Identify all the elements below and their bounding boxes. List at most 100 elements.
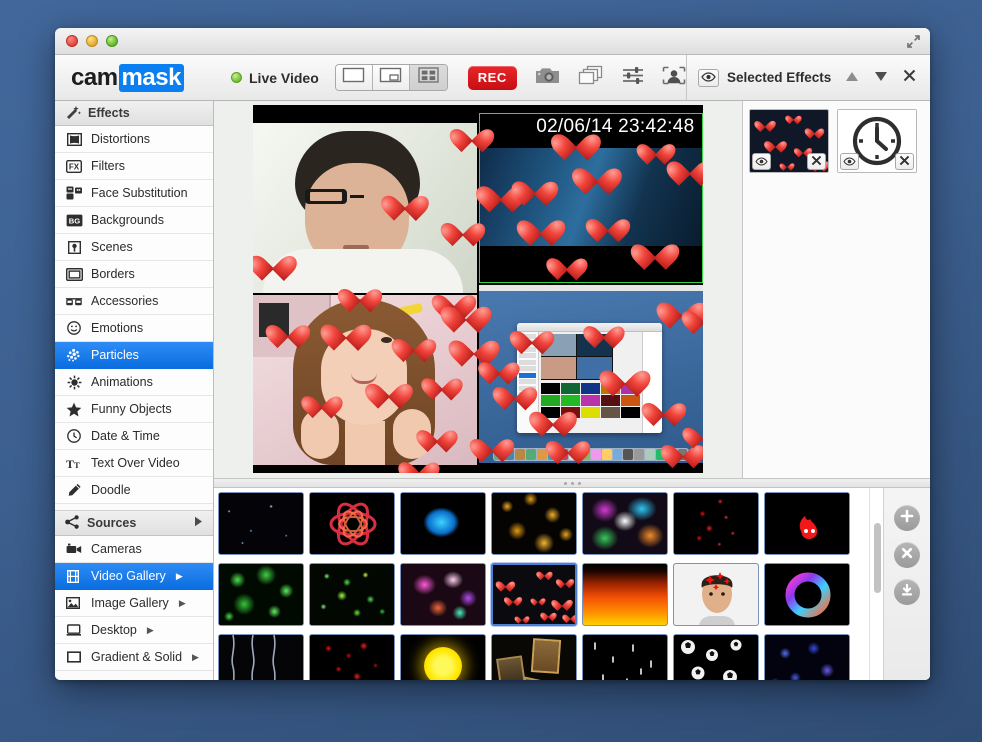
magic-wand-icon [65,105,81,122]
zoom-window-button[interactable] [106,35,118,47]
plus-icon [900,509,914,528]
sidebar-item-filters[interactable]: FX Filters [55,153,213,180]
snapshot-button[interactable] [534,65,561,91]
gallery-thumb-soccer-balls[interactable] [673,634,759,680]
video-canvas[interactable]: 02/06/14 23:42:48 [252,105,703,473]
preview-pane-webcam-girl[interactable] [252,295,477,465]
sidebar-item-video-gallery[interactable]: Video Gallery ▶ [55,563,213,590]
quad-grid-icon [418,67,439,88]
sidebar-item-gradient-solid[interactable]: Gradient & Solid ▶ [55,644,213,671]
sidebar-item-accessories[interactable]: Accessories [55,288,213,315]
effects-gallery[interactable] [214,488,869,680]
sidebar-item-text-over-video[interactable]: TT Text Over Video [55,450,213,477]
gallery-thumb-white-sparks[interactable] [582,634,668,680]
live-video-status: Live Video [231,70,319,86]
toggle-effect-visibility-button[interactable] [752,153,771,170]
gallery-thumb-blue-stars[interactable] [764,634,850,680]
layers-button[interactable] [578,65,604,91]
sources-section-label: Sources [87,516,137,530]
grid-layout-button[interactable] [409,65,447,90]
sidebar-item-label: Gradient & Solid [91,650,183,664]
remove-effect-button[interactable] [807,153,826,170]
layout-selector [334,64,448,91]
sidebar-item-distortions[interactable]: Distortions [55,126,213,153]
pin-icon [65,240,83,254]
gallery-thumb-green-confetti[interactable] [309,563,395,626]
gallery-thumb-red-petals[interactable] [309,634,395,680]
sidebar-item-particles[interactable]: Particles [55,342,213,369]
app-logo: cam mask [55,63,225,92]
sidebar-item-cameras[interactable]: Cameras [55,536,213,563]
preview-pane-video-clip[interactable]: 02/06/14 23:42:48 [478,113,703,283]
sidebar-item-scenes[interactable]: Scenes [55,234,213,261]
gallery-thumb-blue-smoke[interactable] [400,492,486,555]
sidebar-item-date-time[interactable]: Date & Time [55,423,213,450]
gallery-thumb-color-ring[interactable] [764,563,850,626]
minimize-window-button[interactable] [86,35,98,47]
adjustments-button[interactable] [621,65,645,91]
sidebar-item-desktop[interactable]: Desktop ▶ [55,617,213,644]
preview-pane-desktop[interactable] [478,285,703,463]
eye-icon [701,69,716,87]
move-effect-up-button[interactable] [845,69,859,87]
gallery-thumb-paintings[interactable] [491,634,577,680]
share-node-icon [65,514,80,532]
selected-effect-date-time[interactable] [837,109,917,173]
gallery-thumb-yellow-sun[interactable] [400,634,486,680]
gallery-thumb-red-flame-face[interactable] [764,492,850,555]
sidebar-item-funny-objects[interactable]: Funny Objects [55,396,213,423]
effects-section-header[interactable]: Effects [55,101,213,126]
glasses-icon [65,295,83,308]
selected-effect-hearts[interactable] [749,109,829,173]
sidebar-item-doodle[interactable]: Doodle [55,477,213,504]
gallery-thumb-red-atom-rings[interactable] [309,492,395,555]
pip-layout-button[interactable] [372,65,410,90]
window-titlebar [55,28,930,55]
gallery-thumb-gold-coins[interactable] [491,492,577,555]
sparkle-icon [65,375,83,390]
remove-effect-button[interactable] [895,153,914,170]
sources-section-header[interactable]: Sources [55,511,213,536]
download-effect-button[interactable] [894,579,920,605]
toggle-all-effects-button[interactable] [698,68,719,87]
sidebar-item-backgrounds[interactable]: BG Backgrounds [55,207,213,234]
add-effect-button[interactable] [894,505,920,531]
sidebar-item-borders[interactable]: Borders [55,261,213,288]
preview-pane-webcam-man[interactable] [252,123,477,293]
gallery-thumb-face-with-stars[interactable] [673,563,759,626]
single-pane-layout-button[interactable] [335,65,373,90]
sidebar-item-emotions[interactable]: Emotions [55,315,213,342]
gallery-thumb-rain-streaks[interactable] [218,634,304,680]
sidebar-item-label: Text Over Video [91,456,180,470]
panel-splitter[interactable] [214,478,930,488]
gallery-thumb-fire[interactable] [582,563,668,626]
svg-text:T: T [66,457,74,470]
toggle-effect-visibility-button[interactable] [840,153,859,170]
move-effect-down-button[interactable] [874,69,888,87]
face-detect-button[interactable] [662,65,686,91]
record-button[interactable]: REC [467,65,517,90]
video-preview-pane[interactable]: 02/06/14 23:42:48 [214,101,743,478]
sidebar-item-label: Date & Time [91,429,160,443]
grip-dot [563,481,567,485]
sidebar-item-animations[interactable]: Animations [55,369,213,396]
close-effects-panel-button[interactable] [903,69,916,87]
sidebar-item-image-gallery[interactable]: Image Gallery ▶ [55,590,213,617]
gallery-scrollbar-thumb[interactable] [874,523,881,593]
expand-arrows-icon[interactable] [905,33,922,50]
triangle-right-icon[interactable] [194,516,203,530]
grip-dot [577,481,581,485]
gallery-thumb-sparse-stars[interactable] [218,492,304,555]
gallery-scrollbar[interactable] [869,488,883,680]
close-window-button[interactable] [66,35,78,47]
square-icon [65,650,83,664]
sidebar-item-label: Cameras [91,542,142,556]
gallery-thumb-red-stars-falling[interactable] [673,492,759,555]
sidebar-item-label: Desktop [91,623,137,637]
gallery-thumb-green-bokeh-large[interactable] [218,563,304,626]
gallery-thumb-hearts[interactable] [491,563,577,626]
gallery-thumb-magenta-bokeh[interactable] [400,563,486,626]
gallery-thumb-rainbow-bokeh[interactable] [582,492,668,555]
sidebar-item-face-substitution[interactable]: Face Substitution [55,180,213,207]
remove-effect-button[interactable] [894,542,920,568]
